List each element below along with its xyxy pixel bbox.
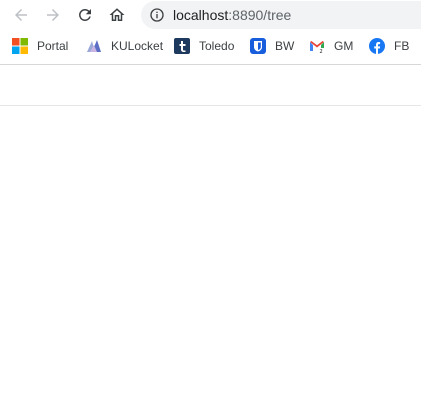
bookmark-gm[interactable]: 2 GM [309,37,353,55]
url-text[interactable]: localhost:8890/tree [173,7,291,23]
forward-button[interactable] [39,1,67,29]
bookmark-label: Portal [37,39,69,53]
facebook-icon [369,38,385,54]
page-header [0,65,421,105]
gmail-icon: 2 [310,41,325,54]
bookmark-label: BW [275,39,295,53]
arrow-right-icon [47,9,59,21]
bookmark-bw[interactable]: BW [250,37,294,55]
bookmark-fb[interactable]: FB [369,37,409,55]
bookmark-kulocket[interactable]: KULocket [86,37,163,55]
url-path: :8890/tree [228,7,292,23]
svg-text:2: 2 [320,49,323,54]
bookmark-label: Toledo [199,39,235,53]
reload-button[interactable] [71,1,99,29]
bookmark-label: GM [334,39,354,53]
bookmarks-bar: Portal KULocket Toledo BW 2 GM FB [0,31,421,61]
reload-icon [79,9,91,21]
toledo-t-icon [174,38,190,54]
browser-toolbar: localhost:8890/tree [0,0,421,30]
bitwarden-shield-icon [250,38,266,54]
windows-logo-icon [12,38,28,54]
arrow-left-icon [15,9,27,21]
home-button[interactable] [103,1,131,29]
back-button[interactable] [7,1,35,29]
bookmark-label: FB [394,39,410,53]
bookmark-portal[interactable]: Portal [12,37,68,55]
address-bar[interactable]: localhost:8890/tree [141,1,421,29]
home-icon [109,8,125,21]
url-host: localhost [173,7,229,23]
bookmark-toledo[interactable]: Toledo [174,37,234,55]
kulocket-icon [87,40,101,52]
page-content [0,106,421,408]
bookmark-label: KULocket [111,39,164,53]
info-icon[interactable] [149,7,165,23]
